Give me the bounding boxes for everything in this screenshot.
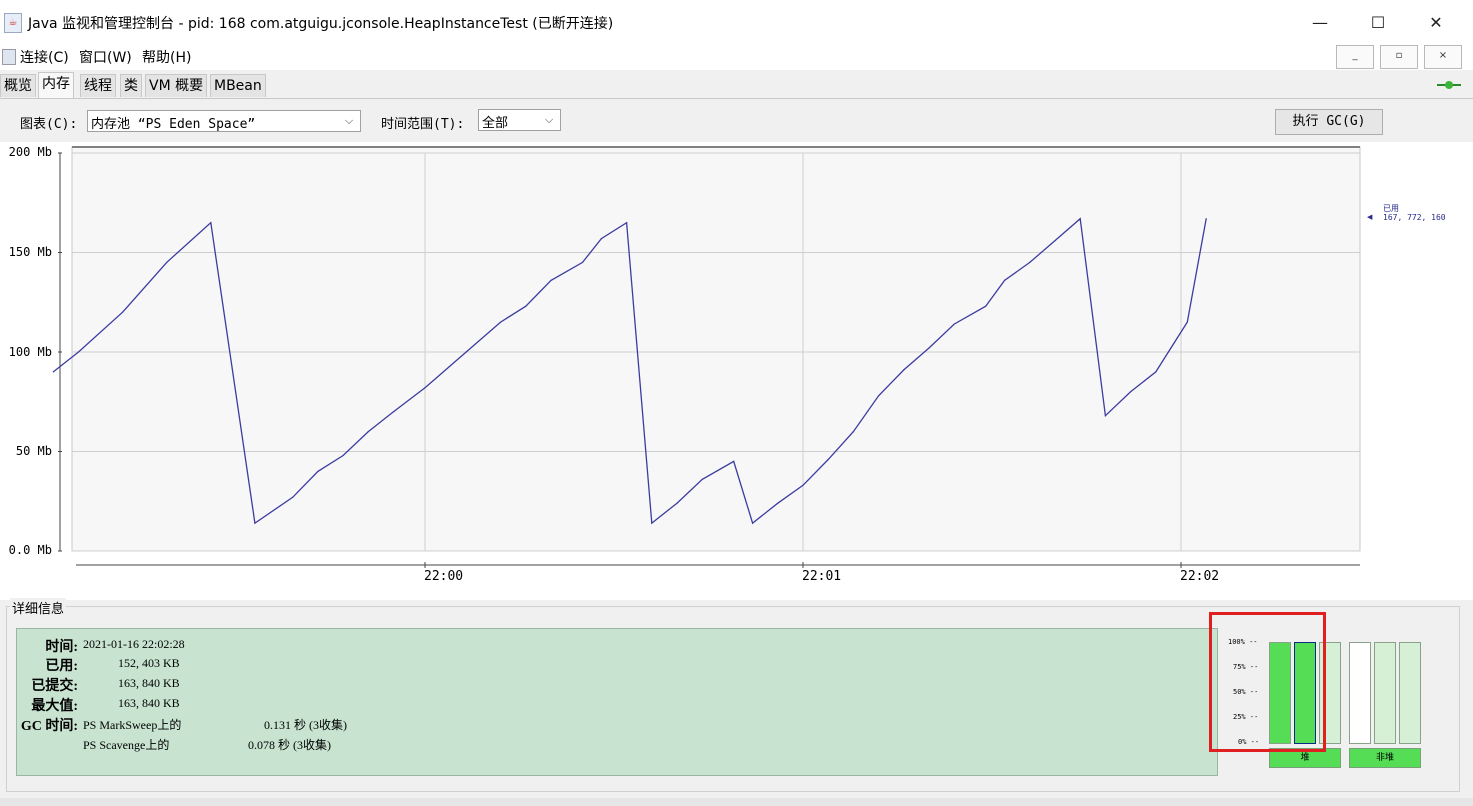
plot-area (71, 146, 1361, 552)
data-point (651, 522, 653, 524)
data-point (852, 431, 855, 433)
x-tick-label: 22:02 (1180, 569, 1220, 584)
data-point (1004, 279, 1006, 281)
data-point (1155, 371, 1157, 373)
legend-series-value: 167, 772, 160 (1383, 213, 1446, 222)
chart-grid (71, 146, 1361, 552)
data-point (1079, 218, 1081, 220)
gc-collector-value: 0.131 秒 (3收集) (264, 718, 347, 732)
data-point (1104, 415, 1106, 417)
data-point (581, 261, 584, 263)
detail-key-time: 时间: (45, 640, 78, 655)
data-point (1130, 391, 1132, 393)
data-point (1029, 261, 1031, 263)
data-point (550, 279, 552, 281)
y-tick-label: 100 Mb (8, 345, 52, 359)
data-point (474, 343, 476, 345)
data-point (676, 502, 678, 504)
data-point (733, 460, 735, 462)
details-title: 详细信息 (10, 598, 67, 617)
y-tick-label: 50 Mb (15, 444, 52, 458)
data-point (752, 522, 754, 524)
data-point (953, 323, 955, 325)
legend-marker-icon: ◀ (1367, 213, 1373, 221)
memory-chart (52, 146, 1361, 568)
window-bottom-edge (0, 798, 1473, 806)
detail-key-gc-time: GC 时间: (20, 719, 78, 734)
data-point (342, 454, 344, 457)
gc-collector-value: 0.078 秒 (3收集) (248, 738, 331, 752)
data-point (367, 431, 369, 433)
data-point (449, 365, 451, 367)
nonheap-label[interactable]: 非堆 (1349, 748, 1421, 768)
data-point (292, 496, 294, 498)
highlight-annotation-box (1209, 612, 1326, 752)
data-point (52, 371, 54, 373)
y-tick-label: 200 Mb (8, 145, 52, 159)
data-point (166, 261, 168, 263)
data-point (1205, 218, 1207, 220)
data-point (254, 522, 256, 524)
detail-value-used: 152, 403 KB (118, 656, 180, 670)
data-point (317, 470, 319, 472)
data-point (701, 478, 703, 480)
details-info-box (16, 628, 1218, 776)
gc-collector-name: PS MarkSweep上的 (83, 718, 182, 732)
data-point (928, 347, 930, 349)
data-point (525, 305, 527, 307)
data-point (1186, 321, 1188, 323)
detail-value-max: 163, 840 KB (118, 696, 180, 710)
data-point (392, 411, 395, 413)
data-point (878, 395, 880, 397)
data-point (77, 351, 80, 353)
data-point (500, 321, 502, 323)
detail-value-committed: 163, 840 KB (118, 676, 180, 690)
y-tick-label: 150 Mb (8, 245, 52, 259)
data-point (122, 311, 124, 313)
data-point (626, 222, 628, 224)
pool-bar-nonheap[interactable] (1374, 642, 1396, 744)
detail-key-used: 已用: (45, 659, 78, 674)
data-point (600, 238, 603, 240)
gc-collector-name: PS Scavenge上的 (83, 738, 170, 752)
data-point (827, 458, 829, 461)
data-point (1054, 240, 1056, 242)
data-point (802, 484, 804, 486)
y-tick-label: 0.0 Mb (8, 543, 52, 557)
x-tick-label: 22:00 (424, 569, 464, 584)
detail-value-time: 2021-01-16 22:02:28 (83, 637, 185, 651)
data-point (777, 502, 779, 504)
pool-bar-nonheap[interactable] (1399, 642, 1421, 744)
detail-key-max: 最大值: (31, 699, 78, 714)
detail-key-committed: 已提交: (31, 679, 78, 694)
data-point (210, 222, 212, 224)
data-point (903, 369, 905, 371)
data-point (985, 305, 987, 307)
data-point (424, 387, 426, 389)
x-tick-label: 22:01 (802, 569, 842, 584)
pool-bar-nonheap[interactable] (1349, 642, 1371, 744)
